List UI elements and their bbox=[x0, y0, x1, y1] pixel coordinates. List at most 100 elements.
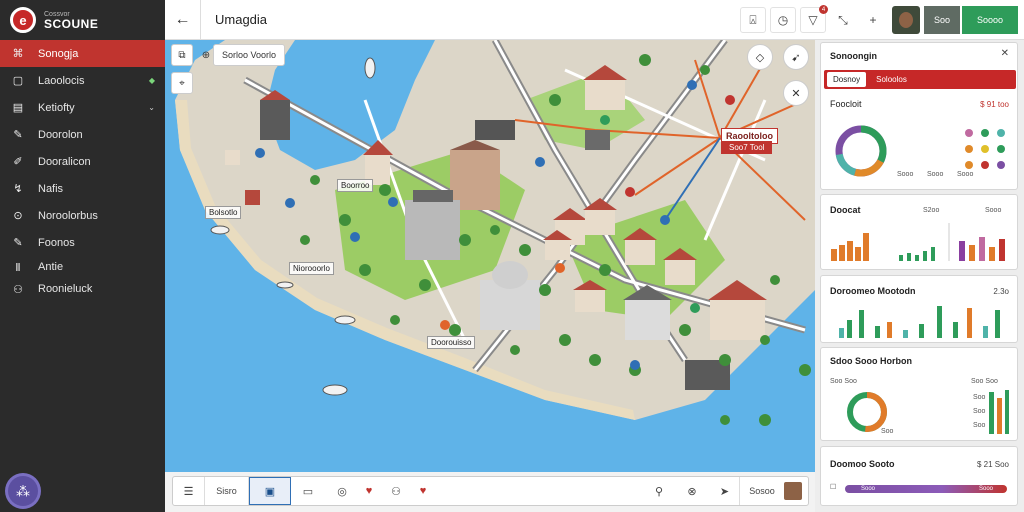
budget-card: Doomoo Sooto $ 21 Soo ☐ Sooo Sooo bbox=[820, 446, 1018, 506]
tab-details[interactable]: Soloolos bbox=[866, 75, 907, 84]
collapse-button[interactable]: ⤡ bbox=[829, 7, 856, 33]
sidebar-item-4[interactable]: ✐ Dooralicon bbox=[0, 148, 165, 175]
favorite-button[interactable]: ♥ bbox=[359, 477, 379, 505]
send-button[interactable]: ➤ bbox=[710, 477, 740, 505]
heart-icon: ♥ bbox=[365, 485, 373, 497]
layers-toggle-button[interactable]: ⧉ bbox=[171, 44, 193, 66]
bars-icon: Ⅱ bbox=[15, 261, 21, 274]
place-label: Niorooorlo bbox=[289, 262, 334, 275]
compass-icon: ◇ bbox=[755, 51, 765, 64]
sidebar-item-label: Noroolorbus bbox=[38, 209, 98, 222]
sidebar-item-6[interactable]: ⊙ Noroolorbus bbox=[0, 202, 165, 229]
marker-button[interactable]: ◎ bbox=[325, 477, 359, 505]
sidebar-item-label: Nafis bbox=[38, 182, 64, 195]
assistant-fab-button[interactable]: ⁂ bbox=[8, 476, 38, 506]
save-button[interactable]: ▣ bbox=[249, 477, 291, 505]
avatar-face-icon bbox=[898, 12, 913, 28]
layers-icon: ▢ bbox=[12, 75, 24, 87]
add-button[interactable]: + bbox=[859, 7, 886, 33]
card-title: Doomoo Sooto bbox=[830, 459, 895, 469]
heart-icon: ♥ bbox=[419, 485, 427, 497]
like-button[interactable]: ♥ bbox=[413, 477, 433, 505]
bar-charts-card: Doocat S2oo Sooo bbox=[820, 194, 1018, 270]
metrics-card: Doroomeo Mootodn 2.3o bbox=[820, 275, 1018, 343]
plus-icon: + bbox=[869, 13, 877, 27]
history-button[interactable]: ◷ bbox=[769, 7, 796, 33]
list-icon: ▤ bbox=[12, 102, 24, 114]
stat-label: Soo Soo bbox=[971, 378, 998, 385]
checkbox-icon[interactable]: ☐ bbox=[830, 483, 836, 491]
locate-button[interactable]: ⌖ bbox=[171, 72, 193, 94]
map-search-input[interactable]: Sorloo Voorlo bbox=[213, 44, 286, 66]
page-title: Umagdia bbox=[215, 12, 268, 27]
sidebar-item-7[interactable]: ✎ Foonos bbox=[0, 229, 165, 256]
close-icon: ✕ bbox=[791, 87, 801, 100]
close-panel-button[interactable]: ✕ bbox=[1001, 48, 1009, 59]
vertical-bars bbox=[989, 390, 1009, 434]
progress-label-left: Sooo bbox=[861, 486, 876, 492]
sidebar-item-label: Laoolocis bbox=[38, 74, 85, 87]
card-title: Sdoo Sooo Horbon bbox=[830, 356, 912, 366]
locate-icon: ⌖ bbox=[179, 77, 185, 89]
legend-label: Sooo bbox=[897, 171, 914, 178]
brand: e Cossvor SCOUNE bbox=[0, 0, 165, 40]
search-button[interactable]: ⚲ bbox=[644, 477, 674, 505]
analytics-panel: Sonoongin ✕ Dosnoy Soloolos Foocloit $ 9… bbox=[815, 40, 1024, 512]
map-canvas[interactable]: ⧉ ⊕ Sorloo Voorlo ⌖ Bolsotlo Niorooorlo … bbox=[165, 40, 815, 472]
sidebar-item-label: Doorolon bbox=[38, 128, 83, 141]
navigation-icon: ➹ bbox=[791, 51, 801, 64]
sidebar-item-2[interactable]: ▤ Ketiofty ⌄ bbox=[0, 94, 165, 121]
legend-dots bbox=[965, 129, 1005, 169]
menu-icon: ☰ bbox=[183, 485, 194, 498]
user-thumbnail[interactable] bbox=[784, 482, 802, 500]
people-icon: ⚇ bbox=[13, 283, 23, 296]
menu-button[interactable]: ☰ bbox=[173, 477, 205, 505]
chart-label: S2oo bbox=[923, 207, 940, 214]
progress-label-right: Sooo bbox=[979, 486, 994, 492]
stat-label: Soo Soo bbox=[830, 378, 857, 385]
sidebar-item-label: Antie bbox=[38, 261, 64, 273]
card-title: Doocat bbox=[830, 205, 861, 215]
connect-button[interactable]: ⊗ bbox=[674, 477, 710, 505]
clock-icon: ◷ bbox=[777, 13, 789, 27]
sidebar-item-8[interactable]: Ⅱ Antie bbox=[0, 256, 165, 278]
tool-label-button[interactable]: Sisro bbox=[205, 477, 249, 505]
card-value: $ 91 too bbox=[980, 100, 1009, 109]
user-avatar[interactable] bbox=[891, 6, 920, 34]
back-button[interactable]: ← bbox=[165, 0, 201, 40]
sidebar-item-0[interactable]: ⌘ Sonogja bbox=[0, 40, 165, 67]
arrows-in-icon: ⤡ bbox=[838, 12, 848, 27]
people-icon: ⚇ bbox=[391, 485, 401, 498]
brand-logo-icon: e bbox=[10, 7, 36, 33]
sidebar: e Cossvor SCOUNE ⌘ Sonogja ▢ Laoolocis ◆ ▤ K… bbox=[0, 0, 165, 512]
primary-button[interactable]: Soooo bbox=[962, 6, 1018, 34]
sidebar-item-3[interactable]: ✎ Doorolon bbox=[0, 121, 165, 148]
map-icon: ⌘ bbox=[12, 48, 24, 60]
funnel-icon: ▽ bbox=[808, 13, 818, 27]
secondary-button[interactable]: Soo bbox=[923, 6, 960, 34]
place-label: Doorouisso bbox=[427, 336, 476, 349]
close-route-button[interactable]: ✕ bbox=[783, 80, 809, 106]
place-label: Boorroo bbox=[337, 179, 374, 192]
people-button[interactable]: ⚇ bbox=[379, 477, 413, 505]
tab-overview[interactable]: Dosnoy bbox=[827, 72, 867, 87]
direction-button[interactable]: ➹ bbox=[783, 44, 809, 70]
rotate-map-button[interactable]: ◇ bbox=[747, 44, 773, 70]
search-icon: ⚲ bbox=[654, 485, 664, 498]
layers-icon: ⧉ bbox=[178, 49, 186, 61]
donut-chart bbox=[835, 125, 887, 177]
sidebar-item-5[interactable]: ↯ Nafis bbox=[0, 175, 165, 202]
sidebar-item-9[interactable]: ⚇ Roonieluck bbox=[0, 278, 165, 300]
sidebar-item-1[interactable]: ▢ Laoolocis ◆ bbox=[0, 67, 165, 94]
sidebar-item-label: Ketiofty bbox=[38, 101, 75, 114]
card-title: Foocloit bbox=[830, 99, 862, 109]
panel-tabs: Dosnoy Soloolos bbox=[824, 70, 1016, 89]
sidebar-item-label: Dooralicon bbox=[38, 155, 91, 168]
document-button[interactable]: ▭ bbox=[291, 477, 325, 505]
save-icon: ▣ bbox=[264, 485, 276, 498]
notifications-button[interactable]: ⍓ bbox=[739, 7, 766, 33]
alerts-button[interactable]: ▽ 4 bbox=[799, 5, 828, 33]
card-title: Doroomeo Mootodn bbox=[830, 286, 916, 296]
alert-count-badge: 4 bbox=[818, 5, 828, 14]
marker-icon: ◎ bbox=[337, 485, 347, 498]
